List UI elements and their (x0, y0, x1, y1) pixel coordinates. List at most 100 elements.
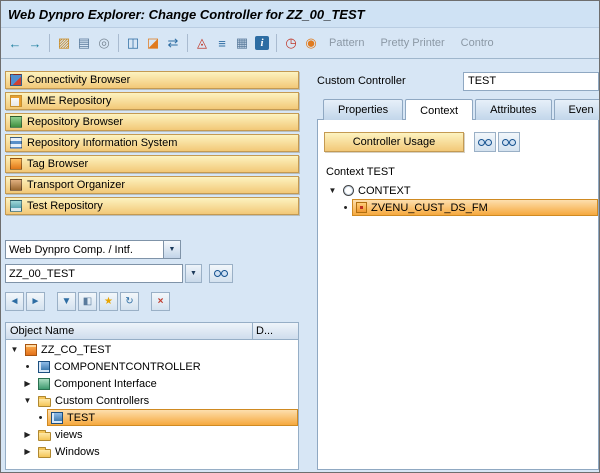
object-name-input[interactable] (5, 264, 183, 283)
tab-events[interactable]: Even (554, 99, 599, 120)
tree-item-label: COMPONENTCONTROLLER (54, 361, 201, 373)
folder-icon (38, 432, 51, 441)
spacer (5, 218, 299, 240)
toolbar-separator (187, 34, 188, 52)
expander-closed-icon[interactable] (21, 447, 34, 456)
sidebar-item-label: Test Repository (27, 200, 103, 212)
tab-context[interactable]: Context (405, 99, 473, 120)
chevron-down-icon[interactable]: ▼ (163, 241, 180, 258)
leaf-bullet-icon (339, 202, 352, 214)
tree-item-label: CONTEXT (358, 185, 411, 197)
context-tree-row-selected[interactable]: ZVENU_CUST_DS_FM (324, 199, 598, 216)
editor-pane: Custom Controller Properties Context Att… (309, 59, 599, 472)
favorites-button[interactable]: ★ (99, 292, 118, 311)
expander-open-icon[interactable] (21, 396, 34, 405)
tree-item-label: ZZ_CO_TEST (41, 344, 111, 356)
object-type-select[interactable]: Web Dynpro Comp. / Intf. ▼ (5, 240, 181, 259)
layout-button[interactable]: ◧ (78, 292, 97, 311)
context-tree: CONTEXT ZVENU_CUST_DS_FM (324, 182, 598, 469)
find-button[interactable] (474, 132, 496, 152)
expander-open-icon[interactable] (8, 345, 21, 354)
back-icon[interactable]: ← (6, 34, 24, 52)
glasses-icon (214, 270, 228, 277)
tree-item-label: Component Interface (54, 378, 157, 390)
tree-item-label: Custom Controllers (55, 395, 149, 407)
controller-field-label: Custom Controller (317, 75, 463, 87)
tree-item-label: TEST (67, 412, 95, 424)
users-icon[interactable]: ◫ (124, 34, 142, 52)
tree-row-selected[interactable]: TEST (6, 409, 298, 426)
sidebar-item-connectivity-browser[interactable]: Connectivity Browser (5, 71, 299, 89)
tree-item-label: ZVENU_CUST_DS_FM (371, 202, 488, 214)
tree-row[interactable]: COMPONENTCONTROLLER (6, 358, 298, 375)
forward-icon[interactable]: → (26, 34, 44, 52)
find-next-button[interactable] (498, 132, 520, 152)
object-name-row: ▼ (5, 264, 299, 283)
object-name-dropdown-button[interactable]: ▼ (185, 264, 202, 283)
pretty-printer-button[interactable]: Pretty Printer (380, 37, 444, 49)
stopwatch-icon[interactable]: ◷ (282, 34, 300, 52)
sidebar-item-repository-browser[interactable]: Repository Browser (5, 113, 299, 131)
description-column-header: D... (252, 323, 298, 339)
table-icon[interactable]: ▦ (233, 34, 251, 52)
swap-icon[interactable]: ⇄ (164, 34, 182, 52)
tree-toolbar: ◄ ► ▼ ◧ ★ ↻ × (5, 291, 299, 312)
binoculars-next-icon (502, 139, 516, 146)
pattern-button[interactable]: Pattern (329, 37, 364, 49)
folder-open-icon (38, 398, 51, 407)
object-tree: ZZ_CO_TEST COMPONENTCONTROLLER Component… (5, 340, 299, 470)
expander-open-icon[interactable] (326, 186, 339, 195)
expander-closed-icon[interactable] (21, 379, 34, 388)
info-icon[interactable]: i (253, 34, 271, 52)
close-browser-button[interactable]: × (151, 292, 170, 311)
sidebar-item-mime-repository[interactable]: MIME Repository (5, 92, 299, 110)
copy-icon[interactable]: ▤ (75, 34, 93, 52)
controller-name-input[interactable] (463, 72, 599, 91)
tree-row[interactable]: Windows (6, 443, 298, 460)
tree-item-label: views (55, 429, 83, 441)
display-object-button[interactable] (209, 264, 233, 283)
binoculars-icon (478, 139, 492, 146)
tag-icon (10, 158, 22, 170)
sidebar-item-repository-information-system[interactable]: Repository Information System (5, 134, 299, 152)
repository-info-icon (10, 137, 22, 149)
activate-icon[interactable]: ◉ (302, 34, 320, 52)
sidebar-item-label: Connectivity Browser (27, 74, 130, 86)
controller-usage-button[interactable]: Controller Usage (324, 132, 464, 152)
sidebar-item-label: Tag Browser (27, 158, 88, 170)
mime-icon (10, 95, 22, 107)
tree-row[interactable]: Component Interface (6, 375, 298, 392)
edit-icon[interactable]: ◪ (144, 34, 162, 52)
previous-object-button[interactable]: ◄ (5, 292, 24, 311)
main-toolbar: ← → ▨ ▤ ◎ ◫ ◪ ⇄ ◬ ≡ ▦ i ◷ ◉ Pattern Pret… (1, 28, 599, 59)
object-tree-header: Object Name D... (5, 322, 299, 340)
sidebar-item-label: Transport Organizer (27, 179, 125, 191)
sort-down-button[interactable]: ▼ (57, 292, 76, 311)
sidebar-item-transport-organizer[interactable]: Transport Organizer (5, 176, 299, 194)
tree-row[interactable]: Custom Controllers (6, 392, 298, 409)
tree-row[interactable]: ZZ_CO_TEST (6, 341, 298, 358)
sidebar-item-tag-browser[interactable]: Tag Browser (5, 155, 299, 173)
expander-closed-icon[interactable] (21, 430, 34, 439)
sidebar-item-test-repository[interactable]: Test Repository (5, 197, 299, 215)
leaf-bullet-icon (21, 361, 34, 373)
context-node-icon (356, 202, 367, 213)
toolbar-separator (49, 34, 50, 52)
usage-row: Controller Usage (324, 132, 598, 152)
component-icon (25, 344, 37, 356)
title-bar: Web Dynpro Explorer: Change Controller f… (1, 1, 599, 28)
tree-row[interactable]: views (6, 426, 298, 443)
controller-field-row: Custom Controller (317, 71, 599, 91)
hierarchy-icon[interactable]: ◬ (193, 34, 211, 52)
refresh-button[interactable]: ↻ (120, 292, 139, 311)
next-object-button[interactable]: ► (26, 292, 45, 311)
controller-tabs: Properties Context Attributes Even (317, 98, 599, 120)
ring-icon[interactable]: ◎ (95, 34, 113, 52)
controller-button[interactable]: Contro (461, 37, 494, 49)
context-tree-row[interactable]: CONTEXT (324, 182, 598, 199)
list-icon[interactable]: ≡ (213, 34, 231, 52)
tab-properties[interactable]: Properties (323, 99, 403, 120)
tools-icon[interactable]: ▨ (55, 34, 73, 52)
tab-attributes[interactable]: Attributes (475, 99, 551, 120)
context-tree-title: Context TEST (326, 166, 598, 178)
